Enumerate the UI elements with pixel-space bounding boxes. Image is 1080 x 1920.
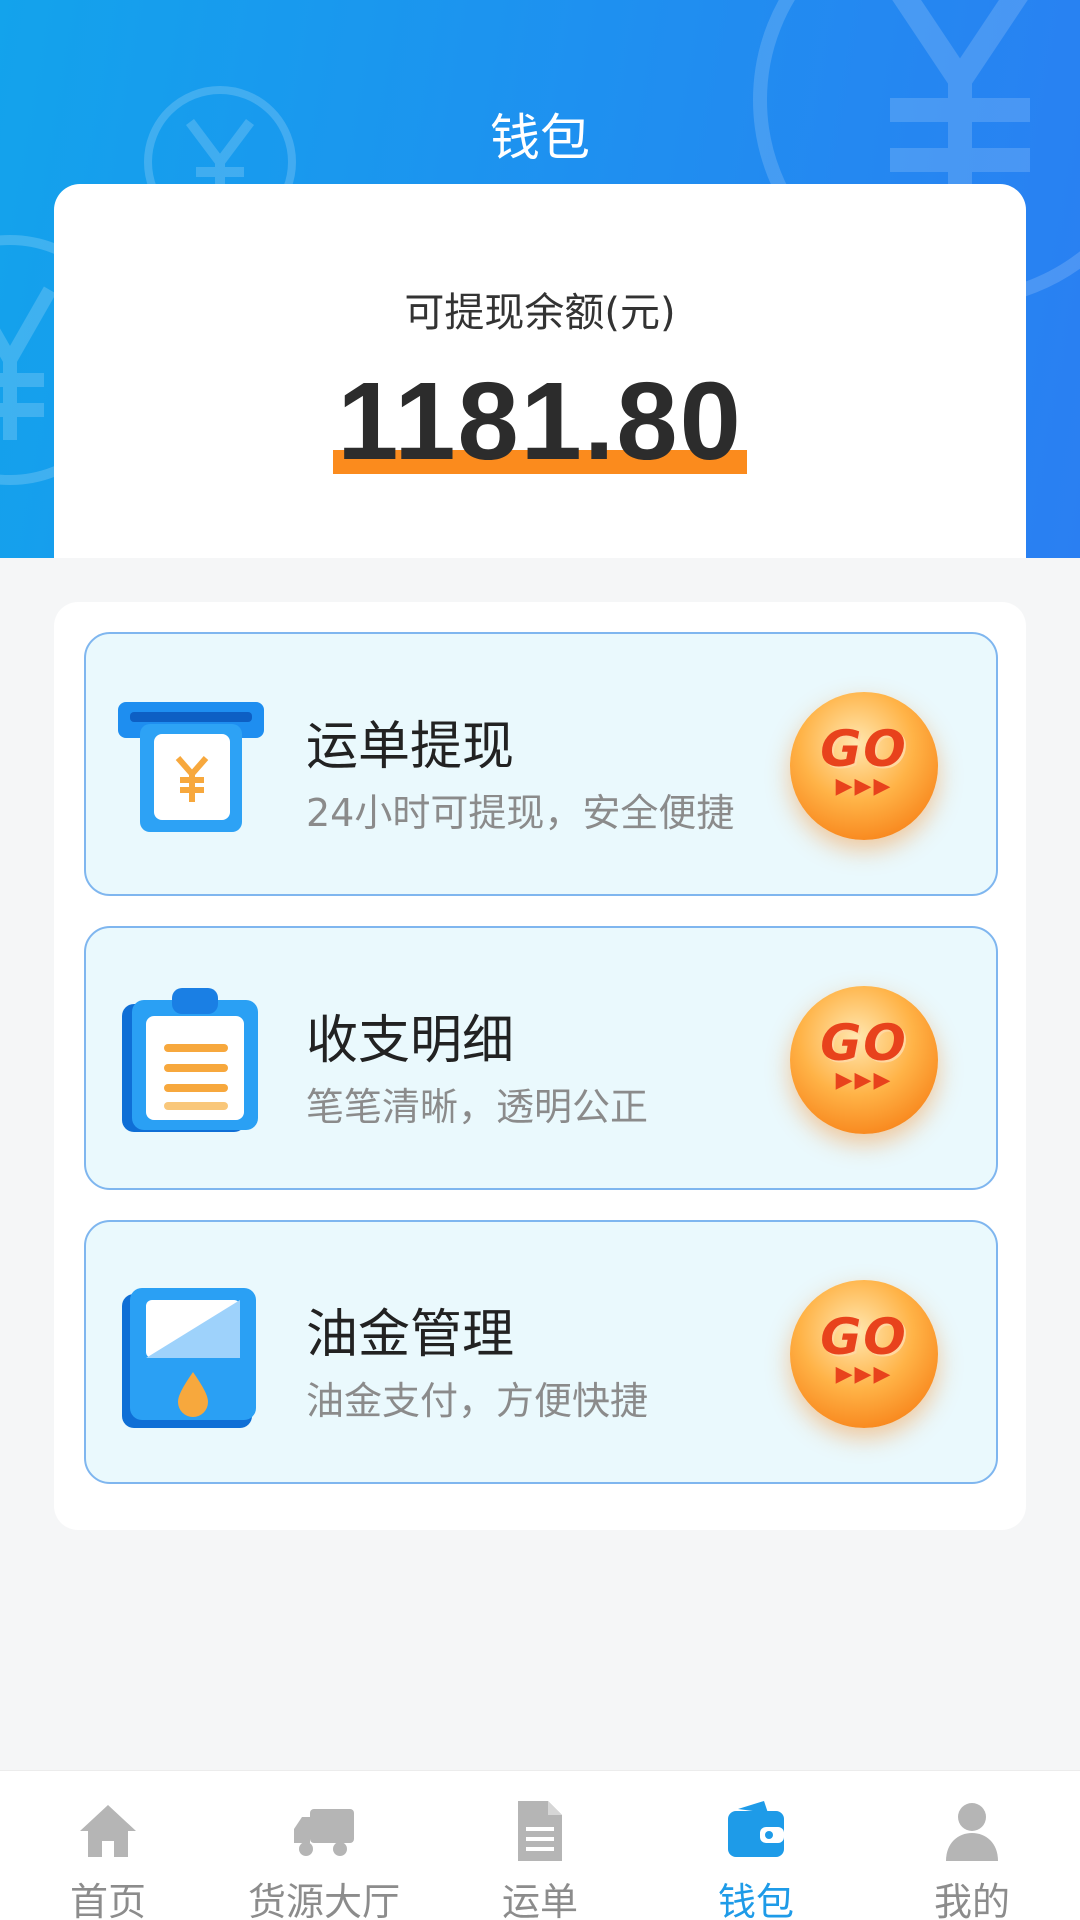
tab-home[interactable]: 首页 [0,1771,216,1920]
tab-waybill[interactable]: 运单 [432,1771,648,1920]
bottom-tab-bar: 首页 货源大厅 运单 钱包 我的 [0,1770,1080,1920]
go-button[interactable]: GO ▶▶▶ [790,1280,938,1428]
tab-label: 钱包 [717,1880,794,1920]
page-title: 钱包 [490,109,590,167]
go-button[interactable]: GO ▶▶▶ [790,692,938,840]
menu-item-subtitle: 笔笔清晰，透明公正 [306,1085,649,1129]
tab-label: 首页 [69,1880,146,1920]
tab-cargo-hall[interactable]: 货源大厅 [216,1771,432,1920]
arrows-icon: ▶▶▶ [835,774,893,799]
balance-card: 可提现余额(元) 1181.80 [54,184,1026,558]
menu-item-subtitle: 油金支付，方便快捷 [306,1379,649,1423]
truck-icon [294,1809,354,1856]
menu-item-title: 油金管理 [306,1305,515,1365]
arrows-icon: ▶▶▶ [835,1362,893,1387]
tab-me[interactable]: 我的 [864,1771,1080,1920]
user-icon [946,1803,998,1861]
fuel-icon [122,1288,256,1428]
menu-item-fuel[interactable]: 油金管理 油金支付，方便快捷 GO ▶▶▶ [84,1220,998,1484]
wallet-icon [728,1801,784,1857]
menu-item-title: 运单提现 [306,717,515,777]
tab-label: 我的 [933,1880,1010,1920]
balance-label: 可提现余额(元) [404,290,676,336]
clipboard-icon [122,988,258,1132]
document-icon [518,1801,562,1861]
balance-amount-value: 1181.80 [337,360,743,483]
withdraw-icon [118,702,264,832]
menu-item-subtitle: 24小时可提现，安全便捷 [306,791,735,835]
home-icon [80,1805,136,1857]
go-button-label: GO [820,1014,908,1072]
tab-label: 运单 [501,1880,578,1920]
go-button[interactable]: GO ▶▶▶ [790,986,938,1134]
tab-label: 货源大厅 [247,1880,400,1920]
go-button-label: GO [820,720,908,778]
tab-wallet[interactable]: 钱包 [648,1771,864,1920]
go-button-label: GO [820,1308,908,1366]
wallet-menu: 运单提现 24小时可提现，安全便捷 GO ▶▶▶ 收支明细 笔笔清晰，透明公正 … [54,602,1026,1530]
balance-amount: 1181.80 [333,362,747,482]
arrows-icon: ▶▶▶ [835,1068,893,1093]
menu-item-withdraw[interactable]: 运单提现 24小时可提现，安全便捷 GO ▶▶▶ [84,632,998,896]
menu-item-transactions[interactable]: 收支明细 笔笔清晰，透明公正 GO ▶▶▶ [84,926,998,1190]
menu-item-title: 收支明细 [306,1011,515,1071]
